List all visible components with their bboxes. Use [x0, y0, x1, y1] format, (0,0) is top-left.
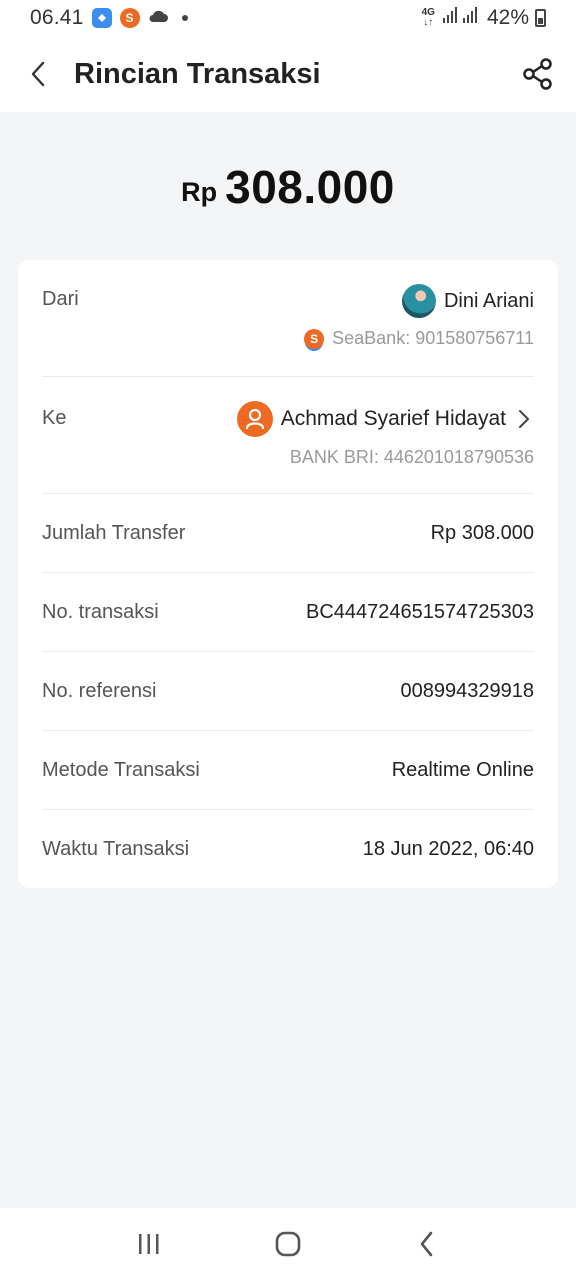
- detail-row-reference-no: No. referensi 008994329918: [42, 652, 534, 731]
- detail-value: Realtime Online: [391, 759, 534, 781]
- back-button[interactable]: [0, 36, 76, 112]
- home-button[interactable]: [258, 1214, 318, 1274]
- to-row: Ke Achmad Syarief Hidayat BANK BRI: 4462…: [42, 377, 534, 494]
- home-icon: [275, 1231, 301, 1257]
- seabank-icon: S: [304, 328, 325, 349]
- chevron-right-icon: [519, 410, 529, 428]
- amount-value: 308.000: [225, 161, 395, 213]
- sender-account: S SeaBank: 901580756711: [304, 328, 534, 349]
- share-icon: [523, 58, 552, 90]
- share-button[interactable]: [518, 54, 558, 94]
- recents-icon: [139, 1234, 159, 1254]
- system-nav-bar: [0, 1208, 576, 1280]
- detail-row-amount: Jumlah Transfer Rp 308.000: [42, 494, 534, 573]
- detail-row-method: Metode Transaksi Realtime Online: [42, 731, 534, 810]
- detail-row-time: Waktu Transaksi 18 Jun 2022, 06:40: [42, 810, 534, 888]
- sender-avatar: [401, 284, 436, 318]
- cloud-icon: [148, 9, 168, 28]
- sender-bank-account: SeaBank: 901580756711: [332, 328, 534, 348]
- transaction-details-card: Dari Dini Ariani S SeaBank: 901580756711…: [18, 260, 558, 888]
- notification-app-icon: [91, 8, 112, 28]
- sender: Dini Ariani: [401, 284, 534, 318]
- amount-currency: Rp: [181, 177, 218, 207]
- more-notifications-dot: [181, 15, 188, 21]
- recents-button[interactable]: [119, 1214, 179, 1274]
- detail-row-transaction-no: No. transaksi BC444724651574725303: [42, 573, 534, 652]
- detail-label: No. transaksi: [42, 601, 159, 623]
- nav-back-button[interactable]: [397, 1214, 457, 1274]
- battery-level: 42%: [486, 6, 529, 29]
- detail-label: Jumlah Transfer: [42, 522, 186, 544]
- network-type: 4G ↓↑: [421, 7, 435, 28]
- to-label: Ke: [42, 407, 67, 429]
- detail-label: Metode Transaksi: [42, 759, 200, 781]
- recipient-bank-account: BANK BRI: 446201018790536: [289, 447, 534, 467]
- from-row: Dari Dini Ariani S SeaBank: 901580756711: [42, 260, 534, 377]
- transaction-amount: Rp 308.000: [0, 160, 576, 214]
- signal-icon: [441, 6, 481, 30]
- from-label: Dari: [42, 288, 79, 310]
- recipient-link[interactable]: Achmad Syarief Hidayat: [236, 401, 534, 437]
- status-time: 06.41: [30, 6, 84, 29]
- app-bar: Rincian Transaksi: [0, 36, 576, 112]
- status-bar: 06.41 S 4G ↓↑ 42%: [0, 0, 576, 36]
- detail-label: No. referensi: [42, 680, 157, 702]
- back-icon: [31, 61, 45, 87]
- seabank-notification-icon: S: [119, 8, 140, 28]
- sender-name: Dini Ariani: [443, 289, 534, 312]
- detail-value: BC444724651574725303: [306, 601, 534, 623]
- detail-value: Rp 308.000: [430, 522, 534, 544]
- battery-icon: [535, 9, 546, 27]
- detail-label: Waktu Transaksi: [42, 838, 190, 860]
- detail-value: 008994329918: [400, 680, 534, 702]
- recipient-name: Achmad Syarief Hidayat: [280, 407, 506, 430]
- page-title: Rincian Transaksi: [74, 57, 321, 90]
- nav-back-icon: [420, 1231, 432, 1257]
- person-icon: [236, 401, 273, 437]
- detail-value: 18 Jun 2022, 06:40: [362, 838, 534, 860]
